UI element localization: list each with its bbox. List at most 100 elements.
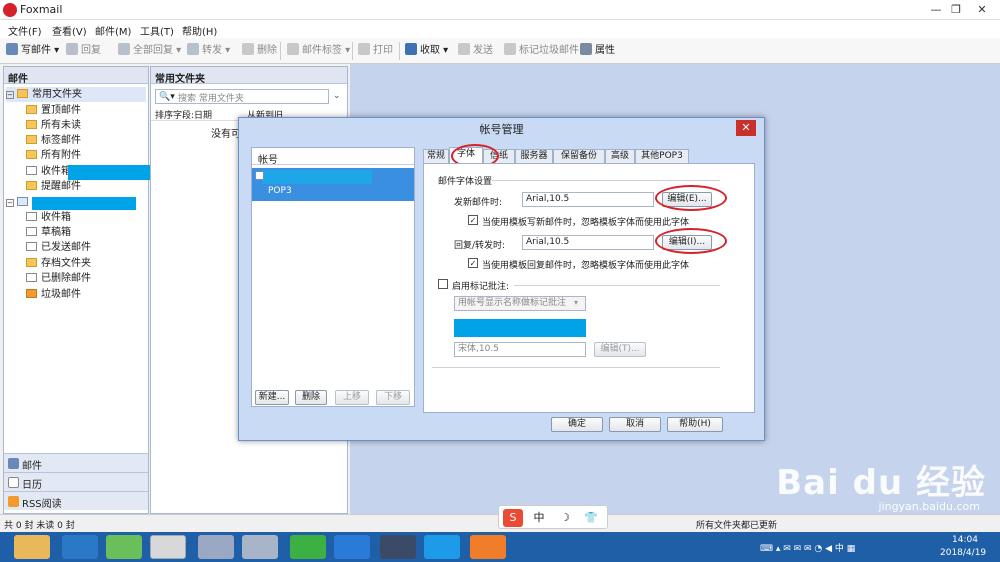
reply-template-checkbox[interactable]: ✓ — [468, 258, 478, 268]
folder-tagged[interactable]: 标签邮件 — [26, 133, 81, 148]
receive-button[interactable]: 收取 ▾ — [405, 43, 448, 59]
sogou-icon[interactable]: S — [503, 509, 523, 527]
annotation-checkbox[interactable] — [438, 279, 448, 289]
nav-mail[interactable]: 邮件 — [4, 453, 148, 472]
video-icon[interactable] — [380, 535, 416, 559]
folder-inbox-common[interactable]: 收件箱 — [26, 164, 71, 179]
annotation-font-field[interactable]: 宋体,10.5 — [454, 342, 586, 357]
send-button[interactable]: 发送 — [458, 43, 493, 59]
annotation-edit-button[interactable]: 编辑(T)... — [594, 342, 646, 357]
app-grid-icon[interactable] — [334, 535, 370, 559]
account-inbox[interactable]: 收件箱 — [26, 210, 71, 225]
properties-button[interactable]: 属性 — [580, 43, 615, 59]
folder-pinned[interactable]: 置顶邮件 — [26, 103, 81, 118]
send-template-label: 当使用模板写新邮件时，忽略模板字体而使用此字体 — [482, 218, 690, 228]
wifi-app-icon[interactable] — [290, 535, 326, 559]
folder-pane-header: 邮件 — [4, 67, 148, 85]
tab-general[interactable]: 常规 — [423, 149, 449, 163]
mark-junk-button[interactable]: 标记垃圾邮件 — [504, 43, 579, 59]
taskbar: ⌨ ▴ ✉ ✉ ✉ ◔ ◀ 中 ▦ 14:04 2018/4/19 — [0, 532, 1000, 562]
send-font-field[interactable]: Arial,10.5 — [522, 192, 654, 207]
folder-icon — [26, 181, 37, 190]
moon-icon[interactable]: ☽ — [555, 509, 575, 527]
minimize-button[interactable]: — — [926, 2, 946, 18]
help-button[interactable]: 帮助(H) — [667, 417, 723, 432]
p-app-icon[interactable] — [470, 535, 506, 559]
delete-account-button[interactable]: 删除 — [295, 390, 327, 405]
chevron-down-icon[interactable]: ⌄ — [333, 91, 341, 101]
account-deleted[interactable]: 已删除邮件 — [26, 271, 91, 286]
clock-time[interactable]: 14:04 — [952, 535, 978, 545]
watermark-url: jingyan.baidu.com — [878, 500, 980, 513]
account-node[interactable]: − — [6, 195, 32, 210]
ime-mode[interactable]: 中 — [529, 509, 549, 527]
tab-other-pop3[interactable]: 其他POP3 — [635, 149, 689, 163]
redacted-count — [68, 165, 156, 180]
write-button[interactable]: 写邮件 ▾ — [6, 43, 59, 59]
account-sent[interactable]: 已发送邮件 — [26, 240, 91, 255]
nav-calendar[interactable]: 日历 — [4, 472, 148, 491]
send-edit-highlight — [655, 185, 727, 211]
calculator-icon[interactable] — [242, 535, 278, 559]
reply-all-button[interactable]: 全部回复 ▾ — [118, 43, 181, 59]
annotation-select[interactable]: 用帐号显示名称做标记批注 — [454, 296, 586, 311]
reply-font-field[interactable]: Arial,10.5 — [522, 235, 654, 250]
folder-common[interactable]: − 常用文件夹 — [6, 87, 146, 102]
maximize-button[interactable]: ❐ — [946, 2, 966, 18]
print-button[interactable]: 打印 — [358, 43, 393, 59]
photos-icon[interactable] — [106, 535, 142, 559]
tag-button[interactable]: 邮件标签 ▾ — [287, 43, 350, 59]
menu-view[interactable]: 查看(V) — [52, 23, 87, 38]
nav-rss[interactable]: RSS阅读 — [4, 491, 148, 510]
menu-help[interactable]: 帮助(H) — [182, 23, 217, 38]
account-row-selected[interactable]: POP3 — [252, 168, 414, 201]
close-button[interactable]: ✕ — [972, 2, 992, 18]
clock-date[interactable]: 2018/4/19 — [940, 548, 986, 558]
folder-attachments[interactable]: 所有附件 — [26, 148, 81, 163]
baidu-watermark: Bai du 经验 — [776, 463, 986, 503]
file-explorer-icon[interactable] — [14, 535, 50, 559]
move-down-button[interactable]: 下移 — [376, 390, 410, 405]
folder-reminder[interactable]: 提醒邮件 — [26, 179, 81, 194]
folder-icon — [26, 150, 37, 159]
ok-button[interactable]: 确定 — [551, 417, 603, 432]
foxmail-taskbar-icon[interactable] — [150, 535, 186, 559]
dialog-close-button[interactable]: ✕ — [736, 120, 756, 136]
tab-backup[interactable]: 保留备份 — [553, 149, 605, 163]
folder-unread[interactable]: 所有未读 — [26, 118, 81, 133]
tag-icon — [287, 43, 299, 55]
reply-edit-highlight — [655, 228, 727, 254]
tab-server[interactable]: 服务器 — [515, 149, 553, 163]
move-up-button[interactable]: 上移 — [335, 390, 369, 405]
reply-button[interactable]: 回复 — [66, 43, 101, 59]
reply-font-label: 回复/转发时: — [454, 241, 506, 251]
tab-advanced[interactable]: 高级 — [605, 149, 635, 163]
menu-tools[interactable]: 工具(T) — [140, 23, 174, 38]
status-update: 所有文件夹都已更新 — [696, 521, 778, 531]
forward-icon — [187, 43, 199, 55]
account-archive[interactable]: 存档文件夹 — [26, 256, 91, 271]
search-input[interactable]: 搜索 常用文件夹 — [155, 89, 329, 104]
title-bar: Foxmail — ❐ ✕ — [0, 0, 1000, 20]
status-count: 共 0 封 未读 0 封 — [4, 521, 75, 531]
new-account-button[interactable]: 新建... — [255, 390, 289, 405]
skin-icon[interactable]: 👕 — [581, 509, 601, 527]
menu-mail[interactable]: 邮件(M) — [95, 23, 131, 38]
account-type: POP3 — [268, 186, 292, 196]
cancel-button[interactable]: 取消 — [609, 417, 661, 432]
folder-icon — [26, 258, 37, 267]
delete-button[interactable]: 删除 — [242, 43, 277, 59]
forward-button[interactable]: 转发 ▾ — [187, 43, 230, 59]
k-app-icon[interactable] — [424, 535, 460, 559]
app-title: Foxmail — [20, 3, 63, 16]
dialog-title: 帐号管理 — [479, 123, 524, 136]
menu-file[interactable]: 文件(F) — [8, 23, 42, 38]
tray-icons[interactable]: ⌨ ▴ ✉ ✉ ✉ ◔ ◀ 中 ▦ — [760, 541, 855, 554]
empty-message: 没有可 — [211, 129, 241, 140]
tool-icon[interactable] — [198, 535, 234, 559]
ie-icon[interactable] — [62, 535, 98, 559]
account-drafts[interactable]: 草稿箱 — [26, 225, 71, 240]
account-junk[interactable]: 垃圾邮件 — [26, 287, 81, 302]
delete-icon — [242, 43, 254, 55]
send-template-checkbox[interactable]: ✓ — [468, 215, 478, 225]
